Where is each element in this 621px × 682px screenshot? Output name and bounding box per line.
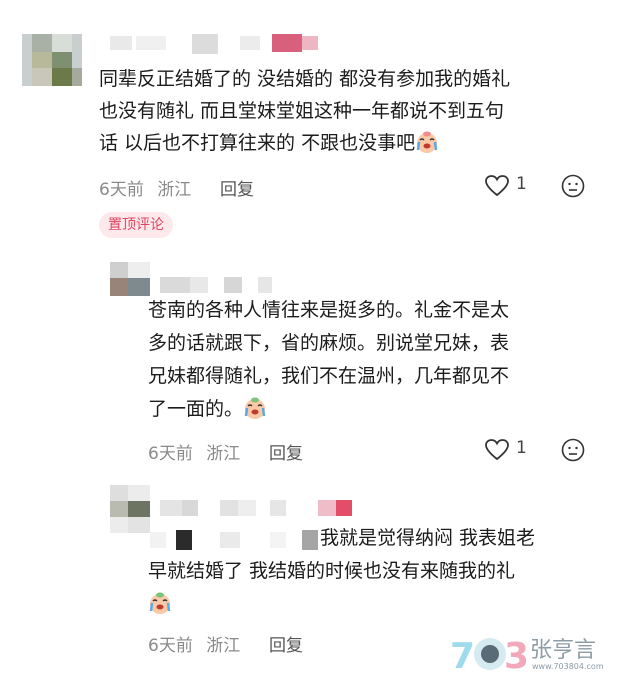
comment-text: 我就是觉得纳闷 我表姐老 早就结婚了 我结婚的时候也没有来随我的礼 <box>148 522 608 621</box>
sad-face-icon[interactable] <box>561 438 585 462</box>
comment-line: 多的话就跟下，省的麻烦。别说堂兄妹，表 <box>148 332 510 354</box>
comment-time: 6天前 <box>148 636 193 656</box>
watermark-brand: 张亨言 <box>530 638 597 663</box>
comment-line: 早就结婚了 我结婚的时候也没有来随我的礼 <box>148 560 516 582</box>
username-blurred[interactable] <box>110 34 322 54</box>
dislike-button[interactable] <box>561 174 585 202</box>
like-count: 1 <box>516 174 527 194</box>
sad-face-icon[interactable] <box>561 174 585 198</box>
svg-text:7: 7 <box>450 636 475 676</box>
comment-time: 6天前 <box>99 180 144 200</box>
avatar[interactable] <box>22 34 82 86</box>
watermark-site: www.703804.com <box>532 662 604 671</box>
comment-location: 浙江 <box>157 180 192 200</box>
heart-icon[interactable] <box>484 174 510 198</box>
avatar[interactable] <box>110 485 150 533</box>
loudly-crying-face-icon <box>415 131 439 153</box>
dislike-button[interactable] <box>561 438 585 466</box>
like-button[interactable] <box>484 174 510 202</box>
watermark-logo-icon: 7 3 <box>450 636 526 676</box>
pinned-comment-badge: 置顶评论 <box>99 212 173 238</box>
heart-icon[interactable] <box>484 438 510 462</box>
comment-line-with-emoji: 话 以后也不打算往来的 不跟也没事吧 <box>99 127 609 159</box>
reply-button[interactable]: 回复 <box>220 175 254 200</box>
loudly-crying-face-icon <box>243 397 267 419</box>
comment-line: 兄妹都得随礼，我们不在温州，几年都见不 <box>148 365 510 387</box>
like-count: 1 <box>516 438 527 458</box>
svg-text:3: 3 <box>504 636 526 676</box>
reply-button[interactable]: 回复 <box>269 631 303 656</box>
reply-button[interactable]: 回复 <box>269 439 303 464</box>
username-blurred[interactable] <box>160 277 272 293</box>
comment-line-with-emoji <box>148 588 608 621</box>
comment-location: 浙江 <box>206 636 241 656</box>
like-button[interactable] <box>484 438 510 466</box>
comment-time: 6天前 <box>148 444 193 464</box>
comment-location: 浙江 <box>206 444 241 464</box>
comment-line: 同辈反正结婚了的 没结婚的 都没有参加我的婚礼 <box>99 68 511 90</box>
watermark: 7 3 张亨言 www.703804.com <box>450 628 621 682</box>
comment-line-with-emoji: 了一面的。 <box>148 393 608 426</box>
username-blurred[interactable] <box>160 500 352 516</box>
comment-text: 苍南的各种人情往来是挺多的。礼金不是太 多的话就跟下，省的麻烦。别说堂兄妹，表 … <box>148 294 608 426</box>
comment-text: 同辈反正结婚了的 没结婚的 都没有参加我的婚礼 也没有随礼 而且堂妹堂姐这种一年… <box>99 63 609 159</box>
comment-line: 也没有随礼 而且堂妹堂姐这种一年都说不到五句 <box>99 100 505 122</box>
comment-line: 苍南的各种人情往来是挺多的。礼金不是太 <box>148 299 510 321</box>
loudly-crying-face-icon <box>148 592 172 614</box>
comment-line: 我就是觉得纳闷 我表姐老 <box>320 527 536 549</box>
avatar[interactable] <box>110 262 150 296</box>
